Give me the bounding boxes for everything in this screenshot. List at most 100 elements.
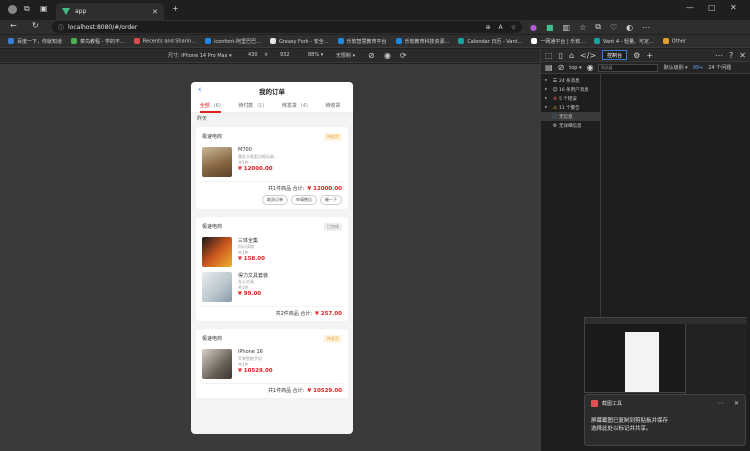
bookmark-item[interactable]: Vant 4 - 轻量、可定... <box>594 38 654 45</box>
bookmark-item[interactable]: iconfont-阿里巴巴... <box>205 38 261 45</box>
close-tab-icon[interactable]: ✕ <box>152 8 158 16</box>
product-price: ¥ 12000.00 <box>238 166 273 172</box>
info-icon: ⓘ <box>552 114 558 120</box>
maximize-icon[interactable]: ▢ <box>708 3 716 12</box>
cancel-order-button[interactable]: 取消订单 <box>262 195 288 205</box>
list-icon: ☰ <box>552 77 558 84</box>
device-select[interactable]: 尺寸: iPhone 14 Pro Max ▾ <box>168 52 232 59</box>
copilot-icon[interactable]: ◐ <box>626 23 633 32</box>
width-input[interactable]: 430 <box>248 52 258 58</box>
inspect-icon[interactable]: ⬚ <box>545 51 553 60</box>
tab-console[interactable]: 控制台 <box>602 50 628 60</box>
tab-pending-shipment[interactable]: 待发货 (4) <box>282 99 308 113</box>
product-image <box>202 349 232 379</box>
split-screen-icon[interactable]: ▥ <box>563 23 571 32</box>
throttle-select[interactable]: 无限制 ▾ <box>336 52 355 59</box>
sidebar-item-errors[interactable]: ▸ ⊗ 5 个错误 <box>541 94 600 103</box>
eye-icon[interactable]: ◉ <box>587 63 594 72</box>
tab-pending-payment[interactable]: 待付款 (1) <box>238 99 264 113</box>
tab-pending-receipt[interactable]: 待收货 <box>325 99 344 113</box>
clear-console-icon[interactable]: ⊘ <box>558 63 565 72</box>
error-icon: ⊗ <box>552 95 558 102</box>
screenshot-preview[interactable] <box>584 317 747 394</box>
more-icon[interactable]: ⋯ <box>718 400 724 407</box>
back-icon[interactable]: ‹ <box>198 85 202 95</box>
devtools-tabbar: ⬚ ▯ ⌂ </> 控制台 ⚙ + ⋯ ? ✕ <box>541 49 750 62</box>
workspaces-icon[interactable]: ⧉ <box>24 4 30 14</box>
url-text[interactable]: localhost:8080/#/order <box>68 24 137 31</box>
bookmarks-bar: 百度一下，你就知道 菜鸟教程 - 学的不... Recents and Shar… <box>0 35 750 48</box>
welcome-icon[interactable]: ⌂ <box>569 51 574 60</box>
bookmark-item[interactable]: Other <box>662 37 686 44</box>
bookmark-icon <box>71 38 78 44</box>
order-card[interactable]: 极速电商 已完成 三体全集 科幻读物 共1件 ¥ 158.00 得力文具套装 办… <box>196 217 348 321</box>
collections-icon[interactable]: ⧉ <box>595 22 601 32</box>
order-card[interactable]: 极速电商 待发货 M700 雷丝卡款狙击枪玩具… 共1件 ¥ 12000.00 … <box>196 127 348 209</box>
bookmark-icon <box>8 38 14 44</box>
snipping-tool-icon <box>591 400 598 407</box>
new-tab-icon[interactable]: + <box>172 4 179 13</box>
bookmark-item[interactable]: 菜鸟教程 - 学的不... <box>71 38 125 45</box>
page-header: ‹ 我的订单 <box>191 82 353 99</box>
favorite-star-icon[interactable]: ☆ <box>511 24 516 31</box>
sidebar-item-messages[interactable]: ▸ ☰ 24 条消息 <box>541 76 600 85</box>
extension-icon[interactable]: ● <box>530 23 537 32</box>
read-aloud-icon[interactable]: A <box>499 24 503 31</box>
more-icon[interactable]: ⋯ <box>715 51 723 60</box>
sidebar-item-warnings[interactable]: ▸ ⚠ 11 个警告 <box>541 103 600 112</box>
back-icon[interactable]: ← <box>10 21 17 30</box>
bookmark-item[interactable]: Recents and Sharin... <box>133 37 196 44</box>
snipping-toast[interactable]: 截图工具 ⋯ ✕ 屏幕截图已复制到剪贴板并保存 选择此处以标记并共享。 <box>584 394 746 446</box>
favorites-icon[interactable]: ☆ <box>579 23 586 32</box>
warning-icon: ⚠ <box>552 104 558 111</box>
levels-select[interactable]: 默认级别 ▾ <box>664 64 688 71</box>
more-tools-icon[interactable]: + <box>646 51 653 60</box>
elements-icon[interactable]: </> <box>580 51 596 60</box>
device-toggle-icon[interactable]: ▯ <box>559 51 563 60</box>
filter-input[interactable]: 筛选器 <box>597 63 658 72</box>
sidebar-item-info[interactable]: ⓘ 无信息 <box>541 112 600 121</box>
profile-avatar[interactable] <box>8 5 17 14</box>
product-name: 三体全集 <box>238 238 259 244</box>
order-item[interactable]: 得力文具套装 办公文具 共1件 ¥ 99.00 <box>202 272 342 302</box>
no-throttle-icon[interactable]: ⊘ <box>368 51 375 60</box>
tab-all[interactable]: 全部 (6) <box>199 99 221 113</box>
order-card[interactable]: 极速电商 待发货 iPhone 16 苹果智能手机 共1件 ¥ 10529.00… <box>196 329 348 398</box>
sidebar-item-verbose[interactable]: ⚙ 无详细信息 <box>541 121 600 130</box>
bookmark-icon <box>337 38 344 44</box>
info-icon[interactable]: ⓘ <box>58 23 64 32</box>
context-select[interactable]: top ▾ <box>569 65 581 71</box>
sensors-icon[interactable]: ◉ <box>384 51 391 60</box>
browser-essentials-icon[interactable]: ♡ <box>610 23 617 32</box>
bookmark-item[interactable]: 乐软智慧教育平台 <box>337 38 387 45</box>
more-icon[interactable]: ⋯ <box>642 23 650 32</box>
zoom-select[interactable]: 88% ▾ <box>308 52 323 58</box>
order-item[interactable]: M700 雷丝卡款狙击枪玩具… 共1件 ¥ 12000.00 <box>202 147 342 177</box>
minimize-icon[interactable]: — <box>686 3 694 12</box>
height-input[interactable]: 932 <box>280 52 290 58</box>
zoom-icon[interactable]: ⊕ <box>485 24 490 31</box>
close-icon[interactable]: ✕ <box>739 51 746 60</box>
refresh-icon[interactable]: ↻ <box>32 21 39 30</box>
order-item[interactable]: iPhone 16 苹果智能手机 共1件 ¥ 10529.00 <box>202 349 342 379</box>
issues-count[interactable]: 99+ <box>693 65 704 71</box>
address-bar[interactable]: ⓘ localhost:8080/#/order ⊕ A ☆ <box>52 21 522 33</box>
extension-icon[interactable]: ■ <box>546 23 554 32</box>
bookmark-item[interactable]: 一网通平台 | 乐软... <box>531 38 585 45</box>
bookmark-item[interactable]: 乐软教育科技资源... <box>395 38 449 45</box>
help-icon[interactable]: ? <box>729 51 733 60</box>
rotate-icon[interactable]: ⟳ <box>400 51 407 60</box>
bookmark-item[interactable]: 百度一下，你就知道 <box>8 38 62 45</box>
after-sales-button[interactable]: 申请售后 <box>291 195 317 205</box>
sidebar-item-user-messages[interactable]: ▸ ☺ 16 条用户消息 <box>541 85 600 94</box>
bookmark-item[interactable]: Greasy Fork - 安全... <box>269 38 329 45</box>
sidebar-toggle-icon[interactable]: ▤ <box>545 63 553 72</box>
close-window-icon[interactable]: ✕ <box>730 3 737 12</box>
tab-actions-icon[interactable]: ▣ <box>40 4 48 13</box>
browser-tab[interactable]: app ✕ <box>56 3 164 20</box>
remind-button[interactable]: 催一下 <box>320 195 342 205</box>
sources-icon[interactable]: ⚙ <box>633 51 640 60</box>
order-item[interactable]: 三体全集 科幻读物 共1件 ¥ 158.00 <box>202 237 342 267</box>
bookmark-item[interactable]: Calendar 日历 - Vant... <box>458 38 522 45</box>
close-icon[interactable]: ✕ <box>734 400 739 407</box>
